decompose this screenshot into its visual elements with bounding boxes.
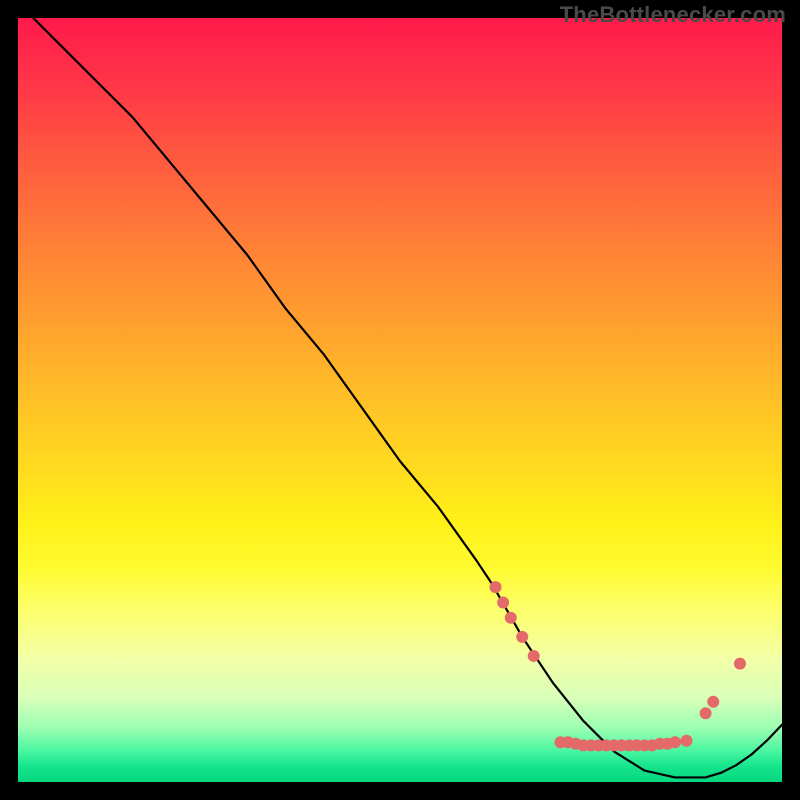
chart-marker-dot bbox=[669, 736, 681, 748]
chart-plot-area bbox=[18, 18, 782, 782]
chart-marker-dot bbox=[734, 658, 746, 670]
chart-svg bbox=[18, 18, 782, 782]
watermark-text: TheBottleneсker.com bbox=[560, 2, 786, 28]
chart-stage: TheBottleneсker.com bbox=[0, 0, 800, 800]
chart-series-curve bbox=[33, 18, 782, 777]
chart-marker-dot bbox=[497, 596, 509, 608]
chart-marker-dot bbox=[528, 650, 540, 662]
chart-marker-dot bbox=[490, 581, 502, 593]
chart-marker-dot bbox=[707, 696, 719, 708]
chart-marker-group bbox=[490, 581, 746, 751]
chart-marker-dot bbox=[700, 707, 712, 719]
chart-marker-dot bbox=[505, 612, 517, 624]
chart-marker-dot bbox=[681, 735, 693, 747]
chart-marker-dot bbox=[516, 631, 528, 643]
